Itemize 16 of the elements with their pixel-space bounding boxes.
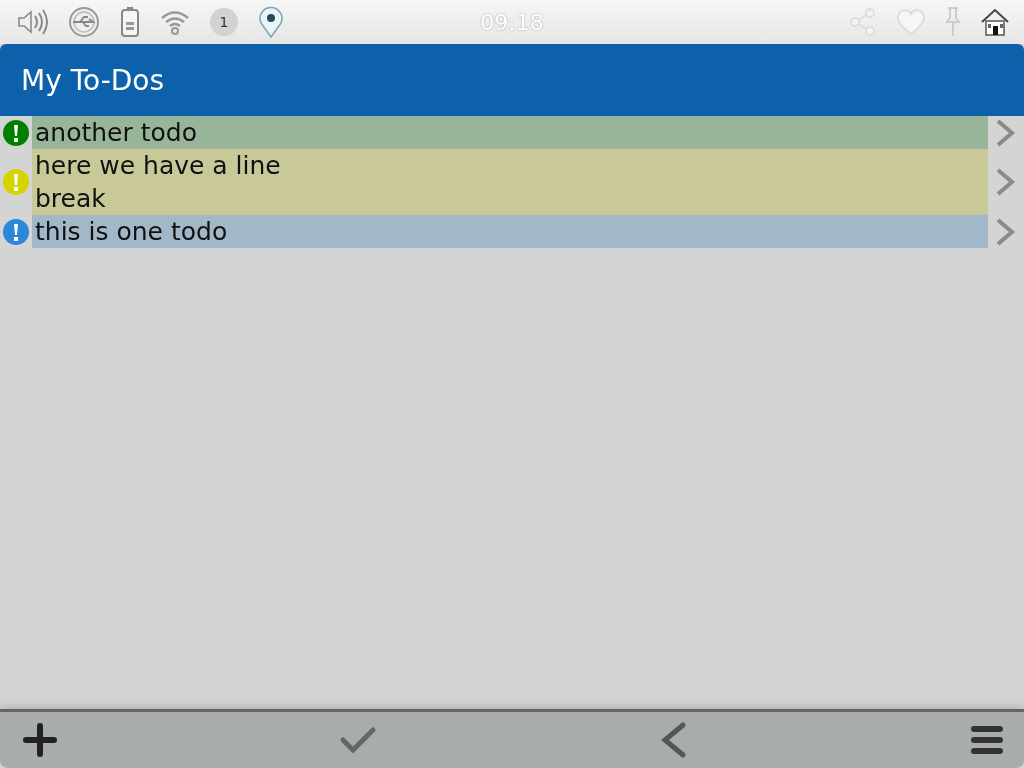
battery-icon[interactable] bbox=[120, 6, 140, 38]
todo-item[interactable]: this is one todo bbox=[32, 215, 988, 248]
page-title: My To-Dos bbox=[21, 63, 164, 97]
speaker-icon[interactable] bbox=[16, 7, 48, 37]
todo-item[interactable]: another todo bbox=[32, 116, 988, 149]
add-icon[interactable] bbox=[22, 722, 58, 758]
home-icon[interactable] bbox=[980, 7, 1010, 37]
notification-badge[interactable]: 1 bbox=[210, 8, 238, 36]
chevron-right-icon[interactable] bbox=[994, 117, 1016, 148]
usb-icon[interactable] bbox=[68, 6, 100, 38]
chevron-right-icon[interactable] bbox=[994, 216, 1016, 247]
checkmark-icon[interactable] bbox=[339, 725, 378, 755]
chevron-right-icon[interactable] bbox=[994, 167, 1016, 197]
wifi-icon[interactable] bbox=[160, 8, 190, 36]
location-pin-icon[interactable] bbox=[258, 6, 284, 38]
menu-icon[interactable] bbox=[970, 724, 1004, 756]
